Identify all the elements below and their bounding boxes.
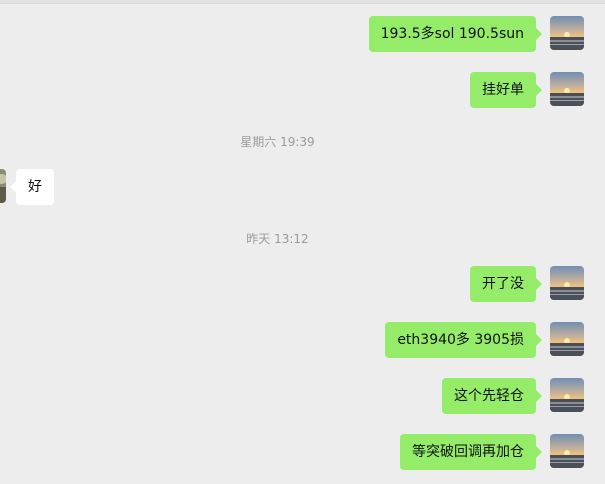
- my-message-bubble[interactable]: 等突破回调再加仓: [400, 434, 542, 470]
- my-avatar-icon[interactable]: [550, 434, 584, 468]
- my-avatar-icon[interactable]: [550, 266, 584, 300]
- message-row: eth3940多 3905损: [0, 322, 605, 372]
- window-top-edge: [0, 0, 605, 4]
- my-message-bubble[interactable]: 开了没: [470, 266, 542, 302]
- my-message-bubble[interactable]: 这个先轻仓: [442, 378, 542, 414]
- my-message-bubble[interactable]: 193.5多sol 190.5sun: [368, 16, 543, 52]
- my-message-bubble[interactable]: 挂好单: [470, 72, 542, 108]
- message-row: 好: [0, 169, 605, 219]
- my-avatar-icon[interactable]: [550, 72, 584, 106]
- my-avatar-icon[interactable]: [550, 16, 584, 50]
- my-message-bubble[interactable]: eth3940多 3905损: [385, 322, 542, 358]
- message-row: 等突破回调再加仓: [0, 434, 605, 484]
- message-row: 挂好单: [0, 72, 605, 122]
- message-row: 开了没: [0, 266, 605, 316]
- message-row: 这个先轻仓: [0, 378, 605, 428]
- my-avatar-icon[interactable]: [550, 322, 584, 356]
- my-avatar-icon[interactable]: [550, 378, 584, 412]
- timestamp: 星期六 19:39: [240, 135, 315, 149]
- timestamp: 昨天 13:12: [246, 232, 309, 246]
- contact-message-bubble[interactable]: 好: [10, 169, 54, 205]
- contact-avatar-icon[interactable]: [0, 169, 6, 203]
- message-row: 193.5多sol 190.5sun: [0, 16, 605, 66]
